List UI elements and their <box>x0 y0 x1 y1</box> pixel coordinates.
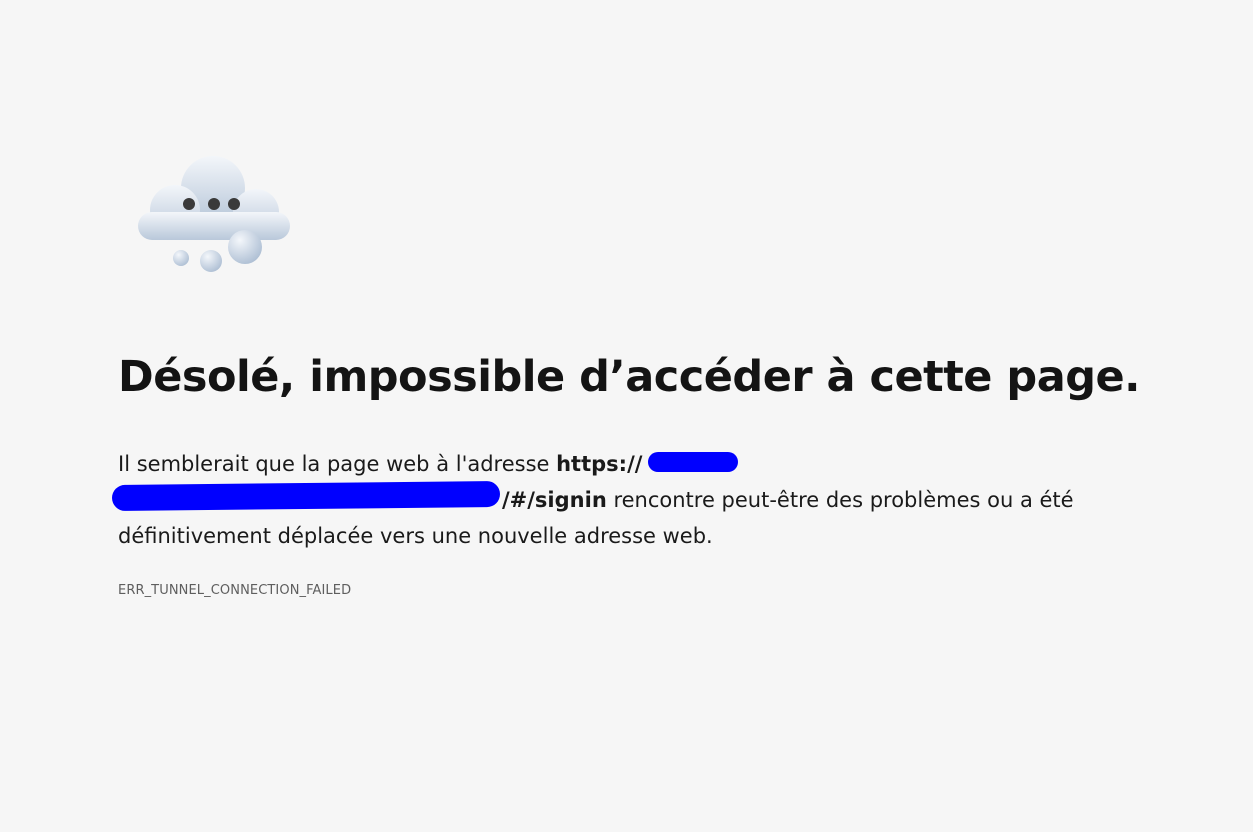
url-end: /#/signin <box>502 488 607 512</box>
page-title: Désolé, impossible d’accéder à cette pag… <box>118 352 1141 402</box>
error-page: Désolé, impossible d’accéder à cette pag… <box>0 0 1253 832</box>
redaction-mark <box>111 480 501 512</box>
url-start: https:// <box>556 452 643 476</box>
cloud-with-dots-icon <box>130 150 300 280</box>
message-prefix: Il semblerait que la page web à l'adress… <box>118 452 557 476</box>
redaction-mark <box>648 452 738 472</box>
error-code: ERR_TUNNEL_CONNECTION_FAILED <box>118 583 352 598</box>
